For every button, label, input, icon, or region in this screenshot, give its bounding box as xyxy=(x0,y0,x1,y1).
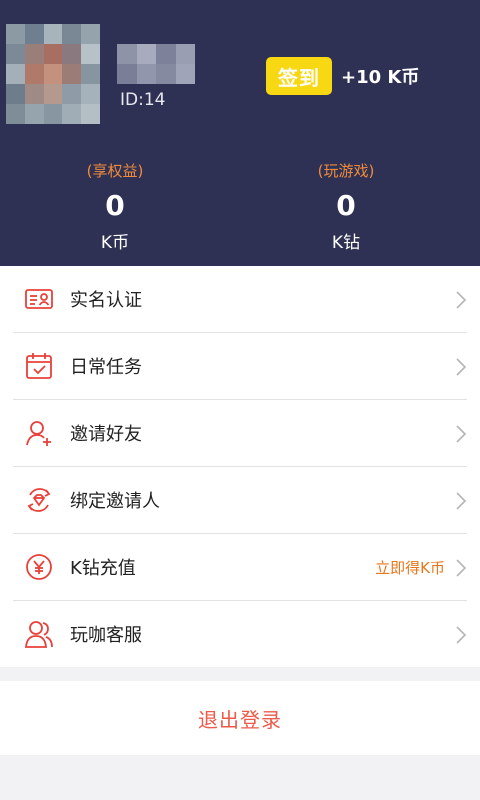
calendar-check-icon xyxy=(24,351,54,381)
menu-item-customer-service[interactable]: 玩咖客服 xyxy=(13,601,467,667)
k-coin-unit: K币 xyxy=(100,233,130,253)
k-diamond-value: 0 xyxy=(336,189,356,222)
section-gap xyxy=(0,667,480,681)
chevron-right-icon xyxy=(456,358,467,376)
k-coin-tag: (享权益) xyxy=(86,162,144,180)
recharge-hint: 立即得K币 xyxy=(375,558,445,577)
yuan-coin-icon xyxy=(24,552,54,582)
menu-item-bind-inviter[interactable]: 绑定邀请人 xyxy=(13,467,467,534)
menu-label: 日常任务 xyxy=(70,357,142,378)
diamond-link-icon xyxy=(24,485,54,515)
menu-item-real-name[interactable]: 实名认证 xyxy=(13,266,467,333)
chevron-right-icon xyxy=(456,425,467,443)
menu-label: 绑定邀请人 xyxy=(70,491,160,512)
nickname-blurred xyxy=(117,44,195,84)
menu-label: 邀请好友 xyxy=(70,424,142,445)
add-user-icon xyxy=(24,418,54,448)
customer-service-icon xyxy=(24,619,54,649)
menu-label: 实名认证 xyxy=(70,290,142,311)
signin-reward-text: +10 K币 xyxy=(341,67,420,88)
menu-label: 玩咖客服 xyxy=(70,625,142,646)
k-coin-value: 0 xyxy=(105,189,125,222)
menu-label: K钻充值 xyxy=(70,558,136,579)
menu-list: 实名认证 日常任务 邀请好友 绑定邀请人 K钻充值 立即得K币 玩咖客服 xyxy=(0,266,480,667)
user-id: ID:14 xyxy=(120,90,166,110)
menu-item-daily-tasks[interactable]: 日常任务 xyxy=(13,333,467,400)
k-diamond-stat[interactable]: (玩游戏) 0 K钻 xyxy=(286,160,406,253)
k-coin-stat[interactable]: (享权益) 0 K币 xyxy=(55,160,175,253)
chevron-right-icon xyxy=(456,492,467,510)
profile-header: ID:14 签到 +10 K币 (享权益) 0 K币 (玩游戏) 0 K钻 xyxy=(0,0,480,266)
signin-button[interactable]: 签到 xyxy=(266,57,332,95)
k-diamond-tag: (玩游戏) xyxy=(317,162,375,180)
menu-item-recharge[interactable]: K钻充值 立即得K币 xyxy=(13,534,467,601)
k-diamond-unit: K钻 xyxy=(331,233,361,253)
menu-item-invite-friends[interactable]: 邀请好友 xyxy=(13,400,467,467)
logout-button[interactable]: 退出登录 xyxy=(0,681,480,755)
chevron-right-icon xyxy=(456,559,467,577)
id-card-icon xyxy=(24,284,54,314)
avatar[interactable] xyxy=(6,24,100,124)
chevron-right-icon xyxy=(456,291,467,309)
chevron-right-icon xyxy=(456,626,467,644)
